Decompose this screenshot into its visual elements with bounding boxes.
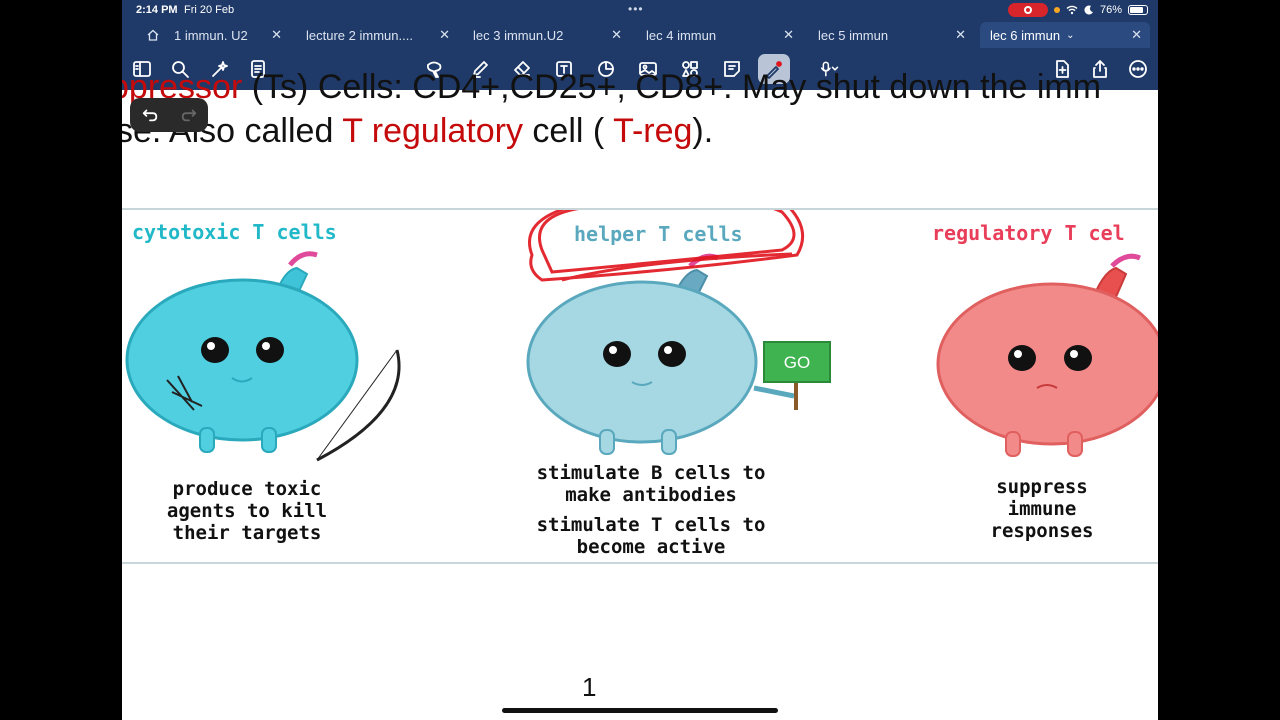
home-icon[interactable] <box>146 28 160 42</box>
tab-label: lec 5 immun <box>818 27 889 43</box>
redo-icon[interactable] <box>180 106 198 124</box>
desc-line: make antibodies <box>565 484 737 506</box>
desc-line: immune <box>1007 498 1077 520</box>
text-line-1: ppressor (Ts) Cells: CD4+,CD25+, CD8+. M… <box>122 68 1101 107</box>
document-page[interactable]: ppressor (Ts) Cells: CD4+,CD25+, CD8+. M… <box>122 68 1158 720</box>
status-time: 2:14 PM <box>136 4 178 16</box>
text-red-t-regulatory: T regulatory <box>342 112 523 150</box>
regulatory-cell-drawing <box>936 253 1158 457</box>
tab-label: lec 3 immun.U2 <box>473 27 564 43</box>
undo-icon[interactable] <box>141 106 159 124</box>
desc-line: become active <box>576 536 726 558</box>
mic-indicator-icon <box>1053 7 1060 13</box>
tab-3[interactable]: lec 3 immun.U2 ✕ <box>465 22 630 48</box>
status-indicators: 76% <box>1007 3 1148 17</box>
desc-line: stimulate T cells to <box>536 514 766 536</box>
tab-label: lecture 2 immun.... <box>306 27 413 43</box>
cytotoxic-cell-drawing <box>125 251 401 462</box>
screen-recording-icon[interactable] <box>1007 3 1048 17</box>
battery-icon <box>1128 5 1148 15</box>
text-line-1-rest: (Ts) Cells: CD4+,CD25+, CD8+. May shut d… <box>242 68 1102 106</box>
text-red-t-reg: T-reg <box>613 112 693 150</box>
text-line-2-suffix: ). <box>692 112 714 150</box>
moon-icon <box>1084 5 1093 15</box>
desc-line: stimulate B cells to <box>536 462 766 484</box>
regulatory-description: suppress immune responses <box>962 476 1122 542</box>
more-icon[interactable] <box>1126 57 1150 81</box>
tab-6-active[interactable]: lec 6 immun ⌄ ✕ <box>980 22 1150 48</box>
desc-line: their targets <box>172 522 322 544</box>
desc-line: agents to kill <box>166 500 328 522</box>
home-indicator[interactable] <box>502 708 778 713</box>
helper-description: stimulate B cells to make antibodies sti… <box>510 462 792 558</box>
tab-5[interactable]: lec 5 immun ✕ <box>810 22 974 48</box>
wifi-icon <box>1066 5 1078 15</box>
chevron-down-icon[interactable]: ⌄ <box>1066 30 1074 41</box>
helper-cell-drawing: GO <box>526 253 831 455</box>
red-annotation-scribble <box>528 210 805 282</box>
text-line-2-mid: cell ( <box>522 112 614 150</box>
go-sign-text: GO <box>784 353 810 372</box>
tab-label: lec 6 immun <box>990 27 1061 43</box>
close-tab-icon[interactable]: ✕ <box>783 27 794 43</box>
tab-label: 1 immun. U2 <box>174 27 248 43</box>
undo-redo-pill <box>130 98 208 132</box>
multitasking-dots-icon[interactable]: ••• <box>628 2 644 16</box>
tab-1[interactable]: 1 immun. U2 ✕ <box>130 22 290 48</box>
tab-2[interactable]: lecture 2 immun.... ✕ <box>298 22 458 48</box>
desc-line: responses <box>990 520 1094 542</box>
text-line-2: se. Also called T regulatory cell ( T-re… <box>122 112 713 151</box>
cytotoxic-description: produce toxic agents to kill their targe… <box>142 478 352 544</box>
close-tab-icon[interactable]: ✕ <box>271 27 282 43</box>
app-window: 2:14 PM Fri 20 Feb ••• 76% 1 immun. U2 ✕… <box>122 0 1158 720</box>
status-date: Fri 20 Feb <box>184 4 235 16</box>
tab-label: lec 4 immun <box>646 27 717 43</box>
tab-bar: 1 immun. U2 ✕ lecture 2 immun.... ✕ lec … <box>122 22 1158 48</box>
close-tab-icon[interactable]: ✕ <box>1131 27 1142 43</box>
t-cell-figure: cytotoxic T cells helper T cells regulat… <box>122 208 1158 564</box>
desc-line: suppress <box>996 476 1088 498</box>
close-tab-icon[interactable]: ✕ <box>955 27 966 43</box>
tab-4[interactable]: lec 4 immun ✕ <box>638 22 802 48</box>
desc-line: produce toxic <box>172 478 322 500</box>
close-tab-icon[interactable]: ✕ <box>439 27 450 43</box>
close-tab-icon[interactable]: ✕ <box>611 27 622 43</box>
battery-percent: 76% <box>1099 4 1122 16</box>
page-number: 1 <box>582 672 597 702</box>
